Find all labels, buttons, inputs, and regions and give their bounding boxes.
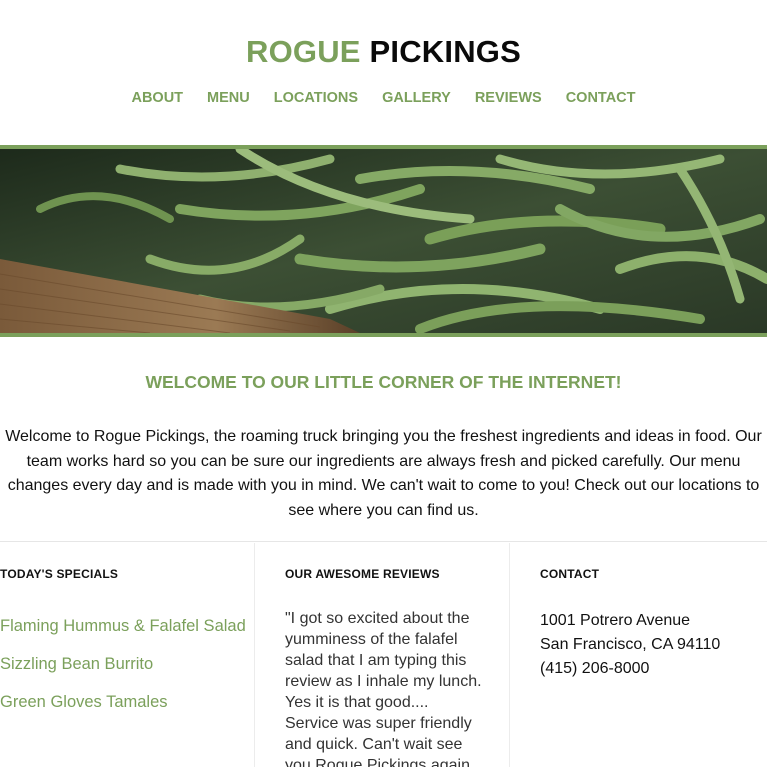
green-beans-image	[0, 149, 767, 333]
specials-column: TODAY'S SPECIALS Flaming Hummus & Falafe…	[0, 543, 253, 767]
contact-heading: CONTACT	[540, 567, 600, 581]
main-nav: ABOUT MENU LOCATIONS GALLERY REVIEWS CON…	[0, 89, 767, 107]
contact-details: 1001 Potrero Avenue San Francisco, CA 94…	[540, 609, 720, 681]
reviews-heading: OUR AWESOME REVIEWS	[285, 567, 440, 581]
reviews-column: OUR AWESOME REVIEWS "I got so excited ab…	[254, 543, 509, 767]
contact-phone[interactable]: (415) 206-8000	[540, 657, 720, 681]
nav-contact[interactable]: CONTACT	[566, 89, 636, 107]
nav-locations[interactable]: LOCATIONS	[274, 89, 358, 107]
nav-about[interactable]: ABOUT	[131, 89, 183, 107]
intro-line: changes every day and is made with you i…	[7, 477, 760, 494]
intro-line: team works hard so you can be sure our i…	[26, 452, 741, 470]
nav-gallery[interactable]: GALLERY	[382, 89, 451, 107]
special-item[interactable]: Green Gloves Tamales	[0, 692, 246, 712]
section-divider	[0, 541, 767, 542]
specials-list: Flaming Hummus & Falafel Salad Sizzling …	[0, 616, 246, 730]
intro-line: see where you can find us.	[288, 501, 479, 519]
review-text: "I got so excited about the yumminess of…	[285, 610, 482, 767]
contact-column: CONTACT 1001 Potrero Avenue San Francisc…	[509, 543, 767, 767]
site-logo[interactable]: ROGUE PICKINGS	[0, 34, 767, 70]
intro-paragraph: Welcome to Rogue Pickings, the roaming t…	[0, 425, 767, 523]
contact-city: San Francisco, CA 94110	[540, 636, 721, 653]
welcome-heading: WELCOME TO OUR LITTLE CORNER OF THE INTE…	[145, 372, 622, 392]
special-item[interactable]: Sizzling Bean Burrito	[0, 654, 246, 674]
nav-menu[interactable]: MENU	[207, 89, 250, 107]
logo-word-rogue: ROGUE	[246, 34, 361, 69]
logo-word-pickings: PICKINGS	[369, 34, 521, 69]
contact-address: 1001 Potrero Avenue	[540, 612, 691, 629]
nav-reviews[interactable]: REVIEWS	[475, 89, 542, 107]
specials-heading: TODAY'S SPECIALS	[0, 567, 119, 581]
hero-banner-image	[0, 145, 767, 337]
special-item[interactable]: Flaming Hummus & Falafel Salad	[0, 616, 246, 636]
intro-line: Welcome to Rogue Pickings, the roaming t…	[5, 428, 762, 445]
